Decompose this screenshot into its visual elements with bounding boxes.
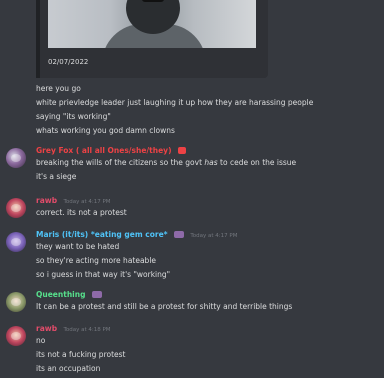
avatar[interactable] (6, 326, 26, 346)
avatar[interactable] (6, 148, 26, 168)
timestamp: Today at 4:18 PM (63, 327, 111, 333)
username[interactable]: rawb (36, 324, 57, 333)
embed-date: 02/07/2022 (48, 58, 89, 66)
message-line: saying "its working" (36, 112, 111, 121)
sunglasses (142, 0, 164, 2)
gem-emoji-icon (173, 231, 184, 238)
message-line: whats working you god damn clowns (36, 126, 175, 135)
image-embed[interactable]: 02/07/2022 (36, 0, 268, 78)
avatar[interactable] (6, 292, 26, 312)
message-line: here you go (36, 84, 81, 93)
avatar[interactable] (6, 232, 26, 252)
message-line: correct. its not a protest (36, 208, 127, 217)
message-line: white prievledge leader just laughing it… (36, 98, 314, 107)
message-line: breaking the wills of the citizens so th… (36, 158, 297, 167)
timestamp: Today at 4:17 PM (63, 199, 111, 205)
message-line: they want to be hated (36, 242, 120, 251)
username[interactable]: Queenthing (36, 290, 85, 299)
role-icon (177, 147, 186, 154)
embedded-video-thumbnail[interactable] (48, 0, 256, 48)
message-line: so they're acting more hateable (36, 256, 157, 265)
username[interactable]: Maris (it/its) *eating gem core* (36, 230, 168, 239)
gem-emoji-icon (91, 291, 102, 298)
username[interactable]: Grey Fox ( all all Ones/she/they) (36, 146, 172, 155)
message-line: so i guess in that way it's "working" (36, 270, 171, 279)
message-line: It can be a protest and still be a prote… (36, 302, 293, 311)
message-line: its not a fucking protest (36, 350, 126, 359)
avatar[interactable] (6, 198, 26, 218)
username[interactable]: rawb (36, 196, 57, 205)
message-line: its an occupation (36, 364, 101, 373)
message-line: no (36, 336, 46, 345)
message-line: it's a siege (36, 172, 77, 181)
timestamp: Today at 4:17 PM (190, 233, 238, 239)
